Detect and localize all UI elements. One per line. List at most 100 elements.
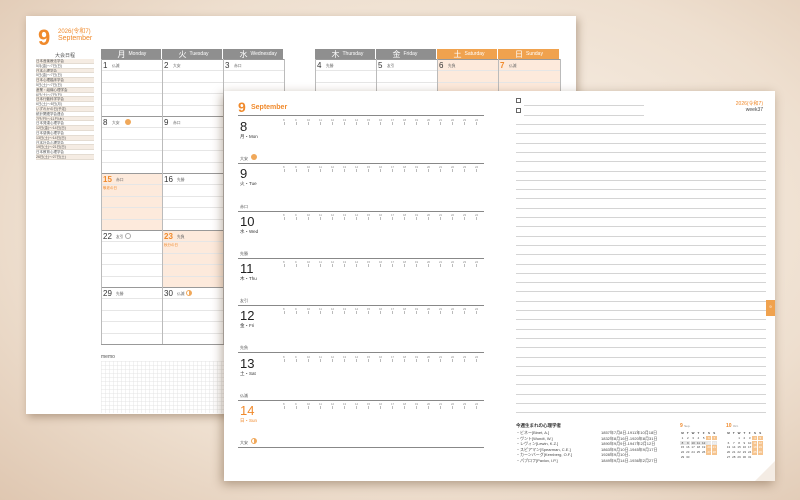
hour-tick <box>284 405 285 409</box>
weekday-label: 月・Mon <box>240 134 258 139</box>
hour-tick <box>332 169 333 173</box>
hour-tick <box>344 405 345 409</box>
weekday-label: 土・Sat <box>240 370 256 376</box>
weekday-en: Saturday <box>464 51 485 57</box>
hour-tick <box>476 169 477 173</box>
note-line <box>516 328 766 330</box>
mini-cal-day: 31 <box>748 454 752 459</box>
mini-cal-month-en: Sep. <box>684 424 691 428</box>
day-block[interactable]: 10 水・Wed 先勝 8 9 10 11 12 13 14 15 16 17 18 19 20 21 22 23 2… <box>224 212 486 259</box>
hour-tick <box>440 311 441 315</box>
memo-grid[interactable] <box>101 361 226 413</box>
checkbox[interactable] <box>516 108 521 113</box>
hour-tick <box>392 405 393 409</box>
hour-tick <box>320 358 321 362</box>
events-title: 大会日程 <box>54 53 75 59</box>
day-number: 8 <box>240 119 248 134</box>
year-label: 2026(令和7) <box>735 101 763 107</box>
rokuyo-label: 大安 <box>240 156 248 162</box>
holiday-label: 敬老の日 <box>103 186 117 190</box>
hour-tick <box>380 169 381 173</box>
mini-cal-day: 25 <box>696 450 701 455</box>
rokuyo-label: 赤口 <box>116 178 124 182</box>
day-cell[interactable]: 15 赤口 敬老の日 <box>101 173 161 229</box>
day-block[interactable]: 12 金・Fri 先負 8 9 10 11 12 13 14 15 16 17 18 19 20 21 22 23 2… <box>224 306 486 354</box>
day-cell[interactable]: 29 先勝 <box>101 287 161 343</box>
hour-tick <box>440 358 441 362</box>
mini-cal-day: 29 <box>680 454 685 459</box>
checkbox[interactable] <box>516 98 521 103</box>
psychologist-name: ・パブロフ[Pavlov, I.P.] <box>516 458 558 463</box>
hour-tick <box>368 216 369 220</box>
mini-cal-day: 28 <box>732 454 736 459</box>
psychologists-title: 今週生まれの心理学者 <box>516 423 561 428</box>
day-block[interactable]: 11 木・Thu 友引 8 9 10 11 12 13 14 15 16 17 18 19 20 21 22 23 2… <box>224 259 486 306</box>
hour-tick <box>332 405 333 409</box>
weekday-label: 金・Fri <box>240 323 255 329</box>
psychologist-dates: 1849年9月14日-1936年2月27日 <box>601 458 658 463</box>
hour-tick <box>296 169 297 173</box>
hour-tick <box>392 358 393 362</box>
weekday-en: Friday <box>403 51 418 57</box>
mini-cal-month-number: 10 <box>726 423 733 429</box>
hour-tick <box>332 358 333 362</box>
month-number: 9 <box>38 25 51 50</box>
note-line <box>516 124 766 125</box>
hour-tick <box>464 358 465 362</box>
note-line <box>516 235 766 237</box>
day-cell[interactable]: 16 先勝 <box>162 173 222 229</box>
hour-tick <box>308 405 309 409</box>
header-rule <box>238 115 484 116</box>
note-line <box>516 347 766 348</box>
hour-tick <box>368 405 369 409</box>
rokuyo-label: 友引 <box>387 64 395 68</box>
rokuyo-label: 友引 <box>116 235 124 239</box>
note-line <box>516 337 766 339</box>
note-line <box>516 375 766 376</box>
mini-cal-day: 29 <box>737 454 741 459</box>
weekday-label: 木・Thu <box>240 275 257 281</box>
weekday-label: 日・Sun <box>240 417 258 423</box>
hour-tick <box>284 169 285 173</box>
hour-tick <box>464 311 465 315</box>
day-cell[interactable]: 1 仏滅 <box>101 59 161 115</box>
month-era-year: 2026(令和7) <box>58 29 91 35</box>
rokuyo-label: 先勝 <box>116 292 124 296</box>
mini-calendar: 10 Oct. M T W T F S S 1 2 3 4 5 6 7 8 9 10 11 12 13 14 15 16 17 1… <box>726 423 764 459</box>
day-cell[interactable]: 8 大安 <box>101 116 161 172</box>
weekday-jp: 金 <box>392 49 401 59</box>
hour-tick <box>356 358 357 362</box>
hour-tick <box>296 216 297 220</box>
hour-tick <box>296 358 297 362</box>
day-cell[interactable]: 23 先負 秋分の日 <box>162 230 222 286</box>
month-index-tab[interactable]: 9 <box>766 300 775 316</box>
day-block[interactable]: 14 日・Sun 大安 8 9 10 11 12 13 14 15 16 17 18 19 20 21 22 23 2… <box>224 401 486 448</box>
rokuyo-label: 赤口 <box>173 121 181 125</box>
hour-tick <box>392 311 393 315</box>
note-line <box>516 365 766 367</box>
mini-cal-day: 28 <box>711 450 717 455</box>
mini-cal-day: 30 <box>742 454 747 459</box>
rokuyo-label: 先勝 <box>326 64 334 68</box>
hour-tick <box>452 311 453 315</box>
hour-tick <box>308 169 309 173</box>
hour-tick <box>428 216 429 220</box>
day-block[interactable]: 8 月・Mon 大安 8 9 10 11 12 13 14 15 16 17 18 19 20 21 22 23 24 <box>224 117 486 165</box>
hour-tick <box>320 405 321 409</box>
day-cell[interactable]: 9 赤口 <box>162 116 222 172</box>
day-cell[interactable]: 22 友引 <box>101 230 161 286</box>
hour-tick <box>464 216 465 220</box>
day-cell[interactable]: 2 大安 <box>162 59 222 115</box>
weekday-label: 水・Wed <box>240 228 259 234</box>
tab-label: 9 <box>769 304 772 309</box>
holiday-label: 秋分の日 <box>164 243 178 247</box>
hour-tick <box>404 405 405 409</box>
hour-tick <box>356 122 357 125</box>
day-block[interactable]: 9 火・Tue 赤口 8 9 10 11 12 13 14 15 16 17 18 19 20 21 22 23 24 <box>224 164 486 212</box>
day-block[interactable]: 13 土・Sat 仏滅 8 9 10 11 12 13 14 15 16 17 18 19 20 21 22 23 2… <box>224 354 486 401</box>
day-number: 1 <box>103 61 108 70</box>
mini-cal-month: 10 Oct. <box>726 423 764 429</box>
hour-tick <box>320 216 321 220</box>
hour-tick <box>404 263 405 267</box>
day-cell[interactable]: 30 仏滅 <box>162 287 222 343</box>
